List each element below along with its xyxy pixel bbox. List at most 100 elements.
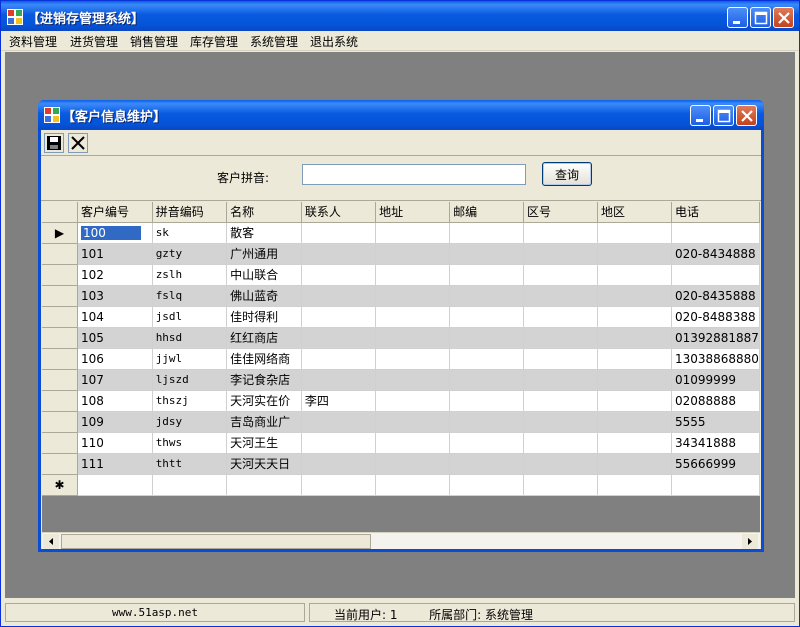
cell-customer-id[interactable]: 111 [77, 453, 153, 475]
cell-address[interactable] [375, 222, 451, 244]
cell-area-code[interactable] [523, 432, 598, 454]
cell-region[interactable] [597, 411, 672, 433]
cell-contact[interactable] [301, 222, 377, 244]
new-row-cell[interactable] [226, 474, 302, 496]
cell-address[interactable] [375, 285, 451, 307]
cell-postcode[interactable] [449, 285, 525, 307]
cell-postcode[interactable] [449, 453, 525, 475]
cell-region[interactable] [597, 264, 672, 286]
new-row-cell[interactable] [671, 474, 760, 496]
cell-contact[interactable] [301, 411, 377, 433]
cell-area-code[interactable] [523, 453, 598, 475]
cell-address[interactable] [375, 327, 451, 349]
cell-address[interactable] [375, 411, 451, 433]
cell-phone[interactable]: 01099999 [671, 369, 760, 391]
row-header[interactable] [42, 390, 78, 412]
cell-address[interactable] [375, 264, 451, 286]
row-header[interactable] [42, 243, 78, 265]
table-row[interactable]: 110 thws 天河王生 34341888 [42, 432, 760, 454]
cell-customer-id[interactable]: 102 [77, 264, 153, 286]
cell-contact[interactable] [301, 306, 377, 328]
menu-exit-system[interactable]: 退出系统 [310, 33, 358, 50]
cell-region[interactable] [597, 306, 672, 328]
cell-postcode[interactable] [449, 222, 525, 244]
scroll-thumb[interactable] [61, 534, 371, 549]
cell-phone[interactable]: 34341888 [671, 432, 760, 454]
table-row[interactable]: 102 zslh 中山联合 [42, 264, 760, 286]
cell-customer-id[interactable]: 105 [77, 327, 153, 349]
cell-phone[interactable]: 5555 [671, 411, 760, 433]
cell-customer-id[interactable]: 110 [77, 432, 153, 454]
cell-postcode[interactable] [449, 264, 525, 286]
cell-region[interactable] [597, 348, 672, 370]
cell-address[interactable] [375, 369, 451, 391]
cell-area-code[interactable] [523, 411, 598, 433]
cell-region[interactable] [597, 453, 672, 475]
cell-pinyin-code[interactable]: fslq [152, 285, 228, 307]
cell-phone[interactable] [671, 222, 760, 244]
row-header[interactable] [42, 432, 78, 454]
cell-phone[interactable]: 55666999 [671, 453, 760, 475]
child-minimize-button[interactable] [690, 105, 711, 126]
row-header[interactable]: ▶ [42, 222, 78, 244]
scroll-right-arrow[interactable] [742, 534, 758, 549]
cell-name[interactable]: 吉岛商业广 [226, 411, 302, 433]
cell-phone[interactable]: 13038868880 [671, 348, 760, 370]
table-row[interactable]: 107 ljszd 李记食杂店 01099999 [42, 369, 760, 391]
horizontal-scrollbar[interactable] [42, 532, 760, 549]
col-customer-id[interactable]: 客户编号 [77, 202, 153, 223]
cell-postcode[interactable] [449, 390, 525, 412]
menu-sales-management[interactable]: 销售管理 [130, 33, 178, 50]
child-close-button[interactable] [736, 105, 757, 126]
cell-contact[interactable] [301, 327, 377, 349]
row-header[interactable] [42, 348, 78, 370]
col-phone[interactable]: 电话 [671, 202, 760, 223]
cell-phone[interactable]: 020-8434888 [671, 243, 760, 265]
customer-pinyin-input[interactable] [302, 164, 526, 185]
main-titlebar[interactable]: 【进销存管理系统】 [1, 1, 799, 31]
minimize-button[interactable] [727, 7, 748, 28]
cell-area-code[interactable] [523, 264, 598, 286]
menu-purchase-management[interactable]: 进货管理 [70, 33, 118, 50]
new-row-marker[interactable]: ✱ [42, 474, 78, 496]
new-row-cell[interactable] [523, 474, 598, 496]
menu-data-management[interactable]: 资料管理 [9, 33, 57, 50]
new-row-cell[interactable] [449, 474, 525, 496]
cell-postcode[interactable] [449, 348, 525, 370]
table-row[interactable]: 101 gzty 广州通用 020-8434888 [42, 243, 760, 265]
table-row[interactable]: 103 fslq 佛山蓝奇 020-8435888 [42, 285, 760, 307]
cell-postcode[interactable] [449, 432, 525, 454]
cell-phone[interactable]: 020-8435888 [671, 285, 760, 307]
cell-area-code[interactable] [523, 390, 598, 412]
cell-postcode[interactable] [449, 411, 525, 433]
cell-contact[interactable] [301, 264, 377, 286]
menu-system-management[interactable]: 系统管理 [250, 33, 298, 50]
new-row-cell[interactable] [597, 474, 672, 496]
row-header[interactable] [42, 306, 78, 328]
cell-region[interactable] [597, 327, 672, 349]
cell-address[interactable] [375, 432, 451, 454]
cell-customer-id[interactable]: 107 [77, 369, 153, 391]
new-row[interactable]: ✱ [42, 474, 760, 496]
col-address[interactable]: 地址 [375, 202, 451, 223]
cell-region[interactable] [597, 432, 672, 454]
table-row[interactable]: ▶ 100 sk 散客 [42, 222, 760, 244]
cell-area-code[interactable] [523, 348, 598, 370]
row-header[interactable] [42, 264, 78, 286]
cell-name[interactable]: 天河王生 [226, 432, 302, 454]
maximize-button[interactable] [750, 7, 771, 28]
cell-region[interactable] [597, 222, 672, 244]
cell-name[interactable]: 中山联合 [226, 264, 302, 286]
child-maximize-button[interactable] [713, 105, 734, 126]
cell-pinyin-code[interactable]: jjwl [152, 348, 228, 370]
cell-customer-id[interactable]: 103 [77, 285, 153, 307]
cell-phone[interactable]: 01392881887 [671, 327, 760, 349]
cell-address[interactable] [375, 348, 451, 370]
save-button[interactable] [44, 133, 64, 153]
cell-area-code[interactable] [523, 285, 598, 307]
cell-region[interactable] [597, 243, 672, 265]
cell-pinyin-code[interactable]: thtt [152, 453, 228, 475]
cell-pinyin-code[interactable]: sk [152, 222, 228, 244]
cell-name[interactable]: 佳时得利 [226, 306, 302, 328]
cell-address[interactable] [375, 453, 451, 475]
